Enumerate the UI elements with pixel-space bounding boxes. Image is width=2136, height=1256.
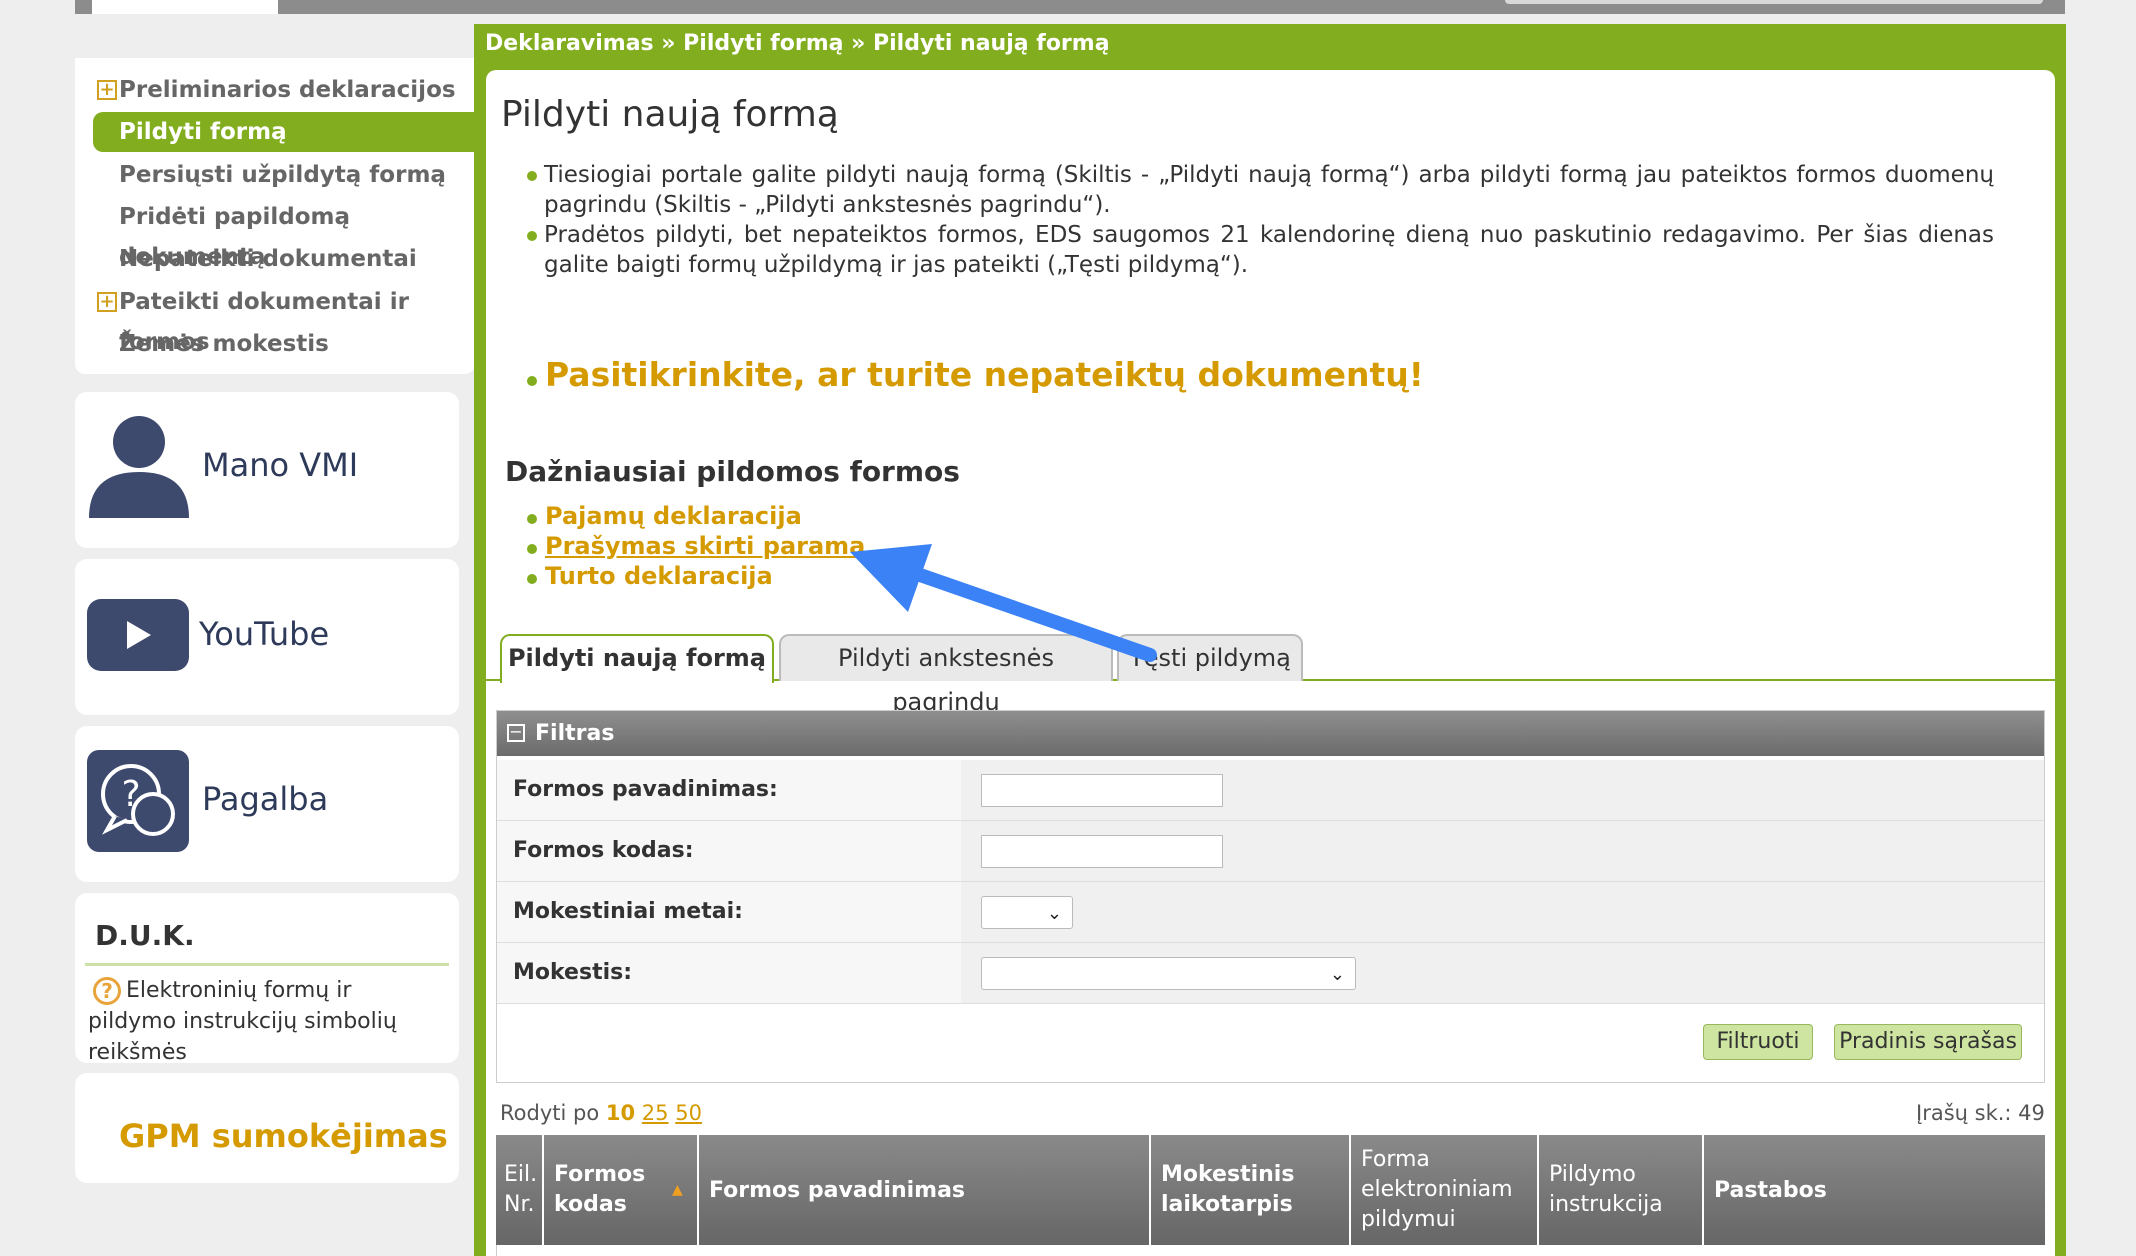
youtube-card[interactable]: YouTube xyxy=(75,559,459,715)
bullet-icon xyxy=(527,574,537,584)
col-pildymo-instrukcija: Pildymo instrukcija xyxy=(1539,1135,1704,1245)
table-row xyxy=(496,1245,2045,1256)
col-eil-nr[interactable]: Eil. Nr. xyxy=(496,1135,544,1245)
form-name-input[interactable] xyxy=(981,774,1223,807)
page-title: Pildyti naują formą xyxy=(501,94,839,135)
mano-vmi-card[interactable]: Mano VMI xyxy=(75,392,459,548)
filter-row-year: Mokestiniai metai: ⌄ xyxy=(497,882,2044,943)
play-icon xyxy=(87,599,189,671)
page-size-50[interactable]: 50 xyxy=(675,1101,702,1125)
nav-item-zemes-mokestis[interactable]: Žemės mokestis xyxy=(75,324,475,364)
mano-vmi-label: Mano VMI xyxy=(202,446,359,484)
freq-link-turto-deklaracija[interactable]: Turto deklaracija xyxy=(545,562,773,590)
bullet-icon xyxy=(527,231,537,241)
page-size-label: Rodyti po xyxy=(500,1101,600,1125)
filter-row-tax: Mokestis: ⌄ xyxy=(497,943,2044,1004)
nav-item-pildyti-forma[interactable]: Pildyti formą xyxy=(93,112,475,152)
expand-icon[interactable]: + xyxy=(97,292,117,312)
frequent-forms-title: Dažniausiai pildomos formos xyxy=(505,455,960,488)
collapse-icon[interactable]: − xyxy=(507,724,525,742)
filter-field-cell xyxy=(961,760,2044,820)
filter-row-name: Formos pavadinimas: xyxy=(497,760,2044,821)
duk-link[interactable]: Elektroninių formų ir pildymo instrukcij… xyxy=(88,975,444,1068)
filter-field-cell: ⌄ xyxy=(961,882,2044,942)
filter-label: Mokestiniai metai: xyxy=(497,882,961,942)
tab-pildyti-nauja[interactable]: Pildyti naują formą xyxy=(500,634,774,683)
left-nav: + Preliminarios deklaracijos Pildyti for… xyxy=(75,58,475,374)
freq-link-pajamu-deklaracija[interactable]: Pajamų deklaracija xyxy=(545,502,802,530)
divider xyxy=(85,963,449,966)
chevron-down-icon: ⌄ xyxy=(1329,964,1345,985)
nav-item-nepateikti[interactable]: Nepateikti dokumentai xyxy=(75,239,475,279)
help-chat-icon: ? xyxy=(87,750,189,852)
gpm-label: GPM sumokėjimas xyxy=(119,1117,448,1155)
nav-item-preliminarios-deklaracijos[interactable]: + Preliminarios deklaracijos xyxy=(75,70,475,110)
unsubmitted-warning-link[interactable]: Pasitikrinkite, ar turite nepateiktų dok… xyxy=(545,355,1424,394)
filter-label: Mokestis: xyxy=(497,943,961,1003)
top-search-box[interactable] xyxy=(1505,0,2043,4)
reset-list-button[interactable]: Pradinis sąrašas xyxy=(1834,1024,2022,1060)
filter-label: Formos kodas: xyxy=(497,821,961,881)
filter-field-cell: ⌄ xyxy=(961,943,2044,1003)
col-forma-elektroniniam: Forma elektroniniam pildymui xyxy=(1351,1135,1539,1245)
chevron-down-icon: ⌄ xyxy=(1046,903,1062,924)
youtube-label: YouTube xyxy=(199,615,330,653)
filter-header[interactable]: Filtras xyxy=(497,711,2044,756)
pagalba-card[interactable]: ? Pagalba xyxy=(75,726,459,882)
nav-item-pateikti[interactable]: + Pateikti dokumentai ir formos xyxy=(75,282,475,355)
duk-title: D.U.K. xyxy=(95,919,195,952)
nav-item-label: Žemės mokestis xyxy=(119,331,329,357)
nav-item-prideti[interactable]: Pridėti papildomą dokumentą xyxy=(75,197,475,270)
bullet-icon xyxy=(527,376,537,386)
form-code-input[interactable] xyxy=(981,835,1223,868)
col-label: Formos kodas xyxy=(554,1162,646,1217)
filter-label: Formos pavadinimas: xyxy=(497,760,961,820)
bullet-icon xyxy=(527,514,537,524)
sort-asc-icon: ▲ xyxy=(672,1182,683,1198)
nav-item-label: Persiųsti užpildytą formą xyxy=(119,162,446,188)
tab-pildyti-ankstesnes[interactable]: Pildyti ankstesnės pagrindu xyxy=(779,634,1113,716)
filter-field-cell xyxy=(961,821,2044,881)
expand-icon[interactable]: + xyxy=(97,80,117,100)
top-tab[interactable] xyxy=(92,0,278,14)
col-formos-kodas[interactable]: Formos kodas ▲ xyxy=(544,1135,699,1245)
breadcrumb: Deklaravimas » Pildyti formą » Pildyti n… xyxy=(485,31,1110,56)
bullet-icon xyxy=(527,544,537,554)
freq-link-prasymas-parama[interactable]: Prašymas skirti paramą xyxy=(545,532,865,560)
page-size-selector: Rodyti po 10 25 50 xyxy=(500,1101,702,1125)
gpm-card[interactable]: GPM sumokėjimas xyxy=(75,1073,459,1183)
tab-testi-pildyma[interactable]: Tęsti pildymą xyxy=(1117,634,1303,681)
bullet-icon xyxy=(527,171,537,181)
col-formos-pavadinimas[interactable]: Formos pavadinimas xyxy=(699,1135,1151,1245)
nav-item-label: Pildyti formą xyxy=(119,119,287,145)
pagalba-label: Pagalba xyxy=(202,780,329,818)
nav-item-label: Preliminarios deklaracijos xyxy=(119,77,456,103)
nav-item-label: Nepateikti dokumentai xyxy=(119,246,417,272)
filter-row-code: Formos kodas: xyxy=(497,821,2044,882)
user-icon xyxy=(89,416,189,518)
page-size-current: 10 xyxy=(605,1101,636,1125)
info-paragraph-2: Pradėtos pildyti, bet nepateiktos formos… xyxy=(544,222,1994,278)
col-mokestinis-laikotarpis[interactable]: Mokestinis laikotarpis xyxy=(1151,1135,1351,1245)
duk-card: D.U.K. ? Elektroninių formų ir pildymo i… xyxy=(75,893,459,1065)
filter-button[interactable]: Filtruoti xyxy=(1703,1024,1813,1060)
page-size-25[interactable]: 25 xyxy=(642,1101,669,1125)
svg-text:?: ? xyxy=(121,774,140,815)
col-pastabos: Pastabos xyxy=(1714,1177,1827,1203)
tax-select[interactable]: ⌄ xyxy=(981,957,1356,990)
tax-year-select[interactable]: ⌄ xyxy=(981,896,1073,929)
records-count: Įrašų sk.: 49 xyxy=(1916,1101,2045,1125)
nav-item-persiusti[interactable]: Persiųsti užpildytą formą xyxy=(75,155,475,195)
info-paragraph-1: Tiesiogiai portale galite pildyti naują … xyxy=(544,162,1994,218)
